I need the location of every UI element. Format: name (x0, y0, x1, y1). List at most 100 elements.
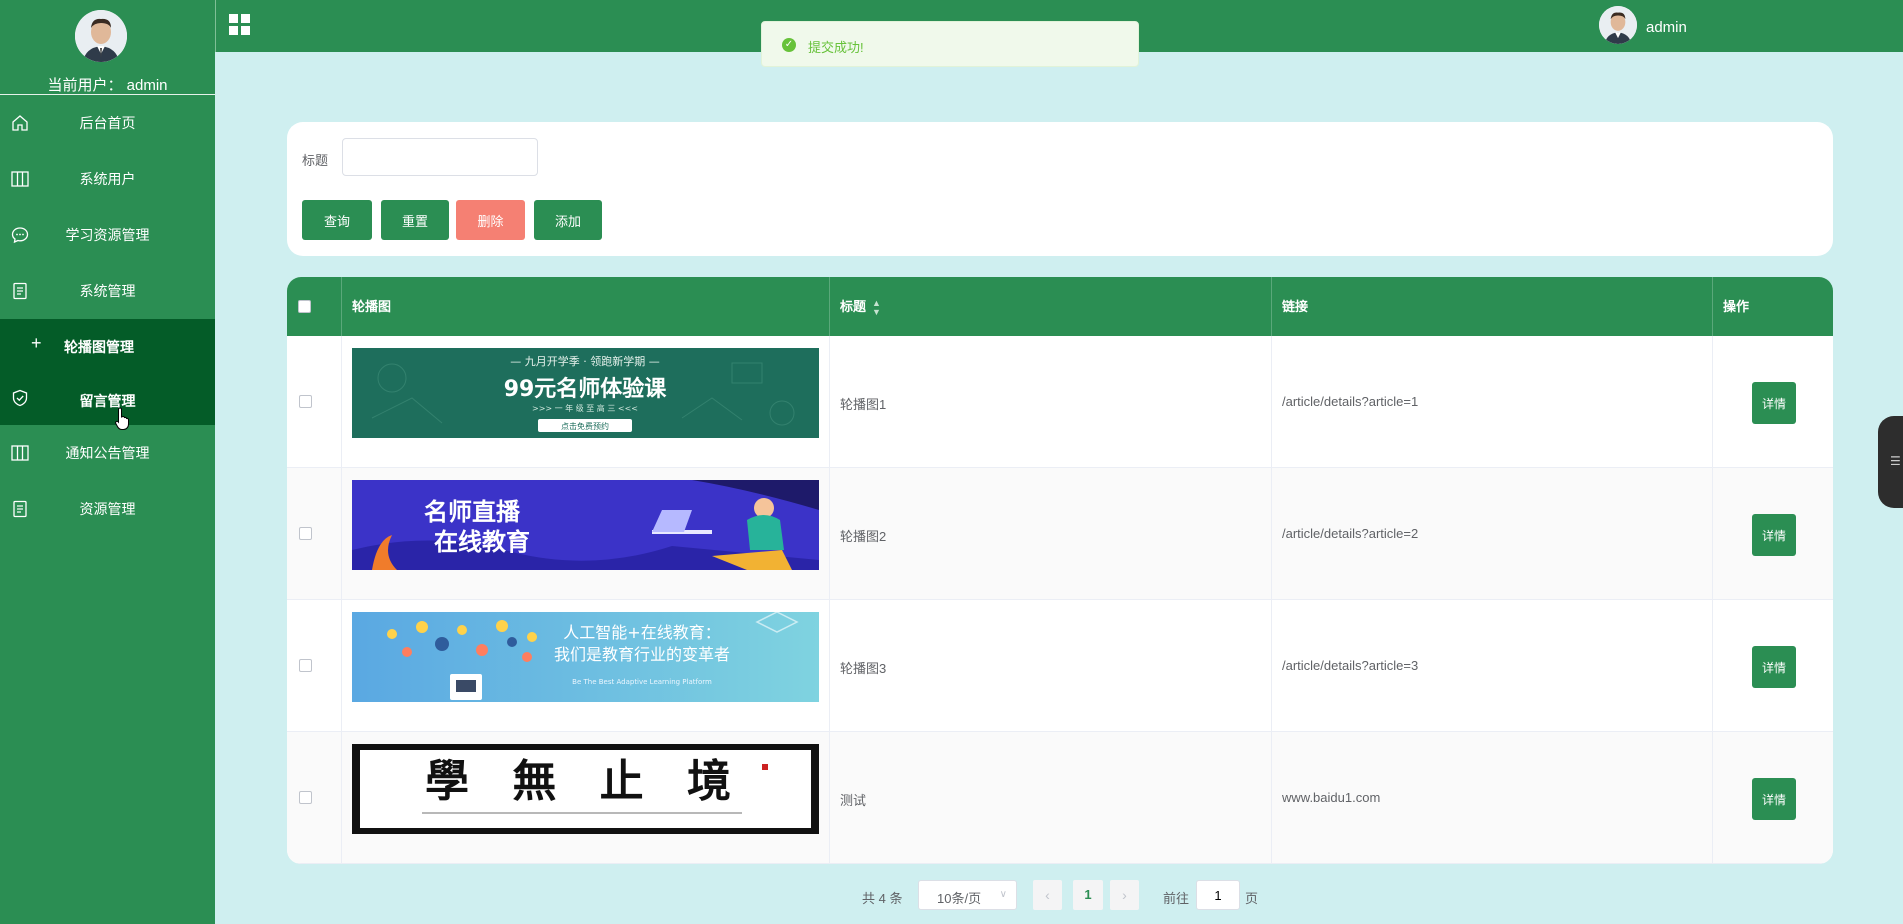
goto-label: 前往 (1163, 891, 1190, 906)
link-cell: www.baidu1.com (1272, 732, 1713, 863)
banner-cta: 点击免费预约 (561, 421, 609, 431)
next-page-button[interactable]: › (1110, 880, 1139, 910)
actions-cell: 详情 (1713, 732, 1833, 863)
banner-cell: 學 無 止 境 (342, 732, 830, 863)
select-cell (287, 732, 342, 863)
chevron-left-icon: ‹ (1045, 887, 1050, 903)
row-checkbox[interactable] (299, 527, 312, 540)
banner-line-1: 名师直播 (424, 498, 521, 526)
sidebar-submenu: + 轮播图管理 留言管理 (0, 319, 215, 425)
title-cell: 轮播图3 (830, 600, 1272, 731)
title-filter-label: 标题 (302, 153, 329, 168)
hand-cursor-icon (115, 407, 129, 430)
select-cell (287, 468, 342, 599)
sidebar-item-resources[interactable]: 资源管理 (0, 481, 215, 537)
row-checkbox[interactable] (299, 395, 312, 408)
row-title: 测试 (840, 793, 867, 808)
banner-cell: 名师直播 在线教育 (342, 468, 830, 599)
banner-line-1: 人工智能+在线教育： (563, 623, 720, 642)
sidebar-item-label: 通知公告管理 (65, 445, 150, 461)
sidebar-item-notices[interactable]: 通知公告管理 (0, 425, 215, 481)
sidebar-item-label: 留言管理 (79, 393, 136, 409)
floating-side-tab[interactable]: ☰ (1878, 416, 1903, 508)
reset-button[interactable]: 重置 (381, 200, 449, 240)
sidebar-item-label: 后台首页 (79, 115, 136, 131)
pagination: 共 4 条 10条/页 ∨ ‹ 1 › 前往 页 (0, 880, 1903, 912)
current-user-label: 当前用户： (47, 77, 123, 94)
row-link: /article/details?article=2 (1282, 526, 1419, 541)
select-cell (287, 336, 342, 467)
page-number-current[interactable]: 1 (1073, 880, 1103, 910)
row-title: 轮播图1 (840, 397, 887, 412)
header-title-label: 标题 (840, 299, 867, 314)
detail-button[interactable]: 详情 (1752, 514, 1796, 556)
header-image: 轮播图 (342, 277, 830, 336)
banner-image[interactable]: 人工智能+在线教育： 我们是教育行业的变革者 Be The Best Adapt… (352, 612, 819, 702)
check-circle-icon: ✓ (782, 38, 796, 52)
header-select-cell (287, 277, 342, 336)
select-all-checkbox[interactable] (298, 300, 311, 313)
page-size-select[interactable]: 10条/页 ∨ (918, 880, 1017, 910)
sidebar-subitem-carousel[interactable]: + 轮播图管理 (0, 319, 215, 372)
banner-line-2: 99元名师体验课 (504, 376, 668, 402)
goto-suffix: 页 (1245, 891, 1259, 906)
table-row: 人工智能+在线教育： 我们是教育行业的变革者 Be The Best Adapt… (287, 600, 1833, 732)
chevron-right-icon: › (1122, 887, 1127, 903)
sidebar-profile: 当前用户： admin (0, 0, 215, 95)
banner-line-3: >>> 一 年 级 至 高 三 <<< (532, 403, 638, 413)
row-checkbox[interactable] (299, 659, 312, 672)
title-cell: 轮播图1 (830, 336, 1272, 467)
sort-icon[interactable]: ▲ ▼ (872, 298, 881, 317)
sidebar-item-messages[interactable]: 留言管理 (0, 372, 215, 425)
header-link: 链接 (1272, 277, 1713, 336)
banner-image[interactable]: 學 無 止 境 (352, 744, 819, 834)
table-header: 轮播图 标题 ▲ ▼ 链接 操作 (287, 277, 1833, 336)
header-username[interactable]: admin (1646, 19, 1687, 36)
chevron-down-icon: ∨ (999, 889, 1007, 900)
detail-button[interactable]: 详情 (1752, 382, 1796, 424)
detail-button[interactable]: 详情 (1752, 778, 1796, 820)
header-avatar[interactable] (1599, 6, 1637, 44)
sidebar: 当前用户： admin 后台首页 系统用户 学习资源管理 系统管理 + 轮播图管… (0, 0, 215, 924)
sidebar-item-learning-resources[interactable]: 学习资源管理 (0, 207, 215, 263)
plus-icon: + (31, 333, 42, 353)
user-avatar (75, 10, 127, 62)
header-actions: 操作 (1723, 299, 1750, 314)
row-link: /article/details?article=1 (1282, 394, 1419, 409)
prev-page-button[interactable]: ‹ (1033, 880, 1062, 910)
row-link: www.baidu1.com (1282, 790, 1381, 805)
banner-line-1: — 九月开学季 · 领跑新学期 — (510, 354, 659, 368)
actions-cell: 详情 (1713, 600, 1833, 731)
select-cell (287, 600, 342, 731)
link-cell: /article/details?article=1 (1272, 336, 1713, 467)
row-title: 轮播图3 (840, 661, 887, 676)
grid-menu-icon[interactable] (229, 14, 251, 36)
banner-line-1: 學 無 止 境 (425, 756, 745, 807)
sidebar-item-dashboard[interactable]: 后台首页 (0, 95, 215, 151)
sidebar-item-label: 系统管理 (79, 283, 136, 299)
goto-page-input[interactable] (1196, 880, 1240, 910)
row-checkbox[interactable] (299, 791, 312, 804)
header-title[interactable]: 标题 ▲ ▼ (830, 277, 1272, 336)
detail-button[interactable]: 详情 (1752, 646, 1796, 688)
banner-image[interactable]: 名师直播 在线教育 (352, 480, 819, 570)
link-cell: /article/details?article=3 (1272, 600, 1713, 731)
title-filter-input[interactable] (342, 138, 538, 176)
sidebar-item-label: 系统用户 (79, 171, 136, 187)
sidebar-item-system-users[interactable]: 系统用户 (0, 151, 215, 207)
banner-image[interactable]: — 九月开学季 · 领跑新学期 — 99元名师体验课 >>> 一 年 级 至 高… (352, 348, 819, 438)
delete-button[interactable]: 删除 (456, 200, 525, 240)
carousel-table: 轮播图 标题 ▲ ▼ 链接 操作 — 九月开学季 · 领跑新学期 — 99元名师体验… (287, 277, 1833, 864)
current-user-line: 当前用户： admin (0, 74, 215, 95)
row-link: /article/details?article=3 (1282, 658, 1419, 673)
sidebar-item-label: 资源管理 (79, 501, 136, 517)
toast-message: 提交成功! (808, 40, 864, 55)
table-row: 名师直播 在线教育 轮播图2 /article/details?article=… (287, 468, 1833, 600)
banner-cell: — 九月开学季 · 领跑新学期 — 99元名师体验课 >>> 一 年 级 至 高… (342, 336, 830, 467)
banner-line-3: Be The Best Adaptive Learning Platform (572, 678, 712, 686)
add-button[interactable]: 添加 (534, 200, 602, 240)
title-cell: 轮播图2 (830, 468, 1272, 599)
query-button[interactable]: 查询 (302, 200, 372, 240)
sidebar-item-system-management[interactable]: 系统管理 (0, 263, 215, 319)
current-user-name: admin (126, 77, 168, 94)
